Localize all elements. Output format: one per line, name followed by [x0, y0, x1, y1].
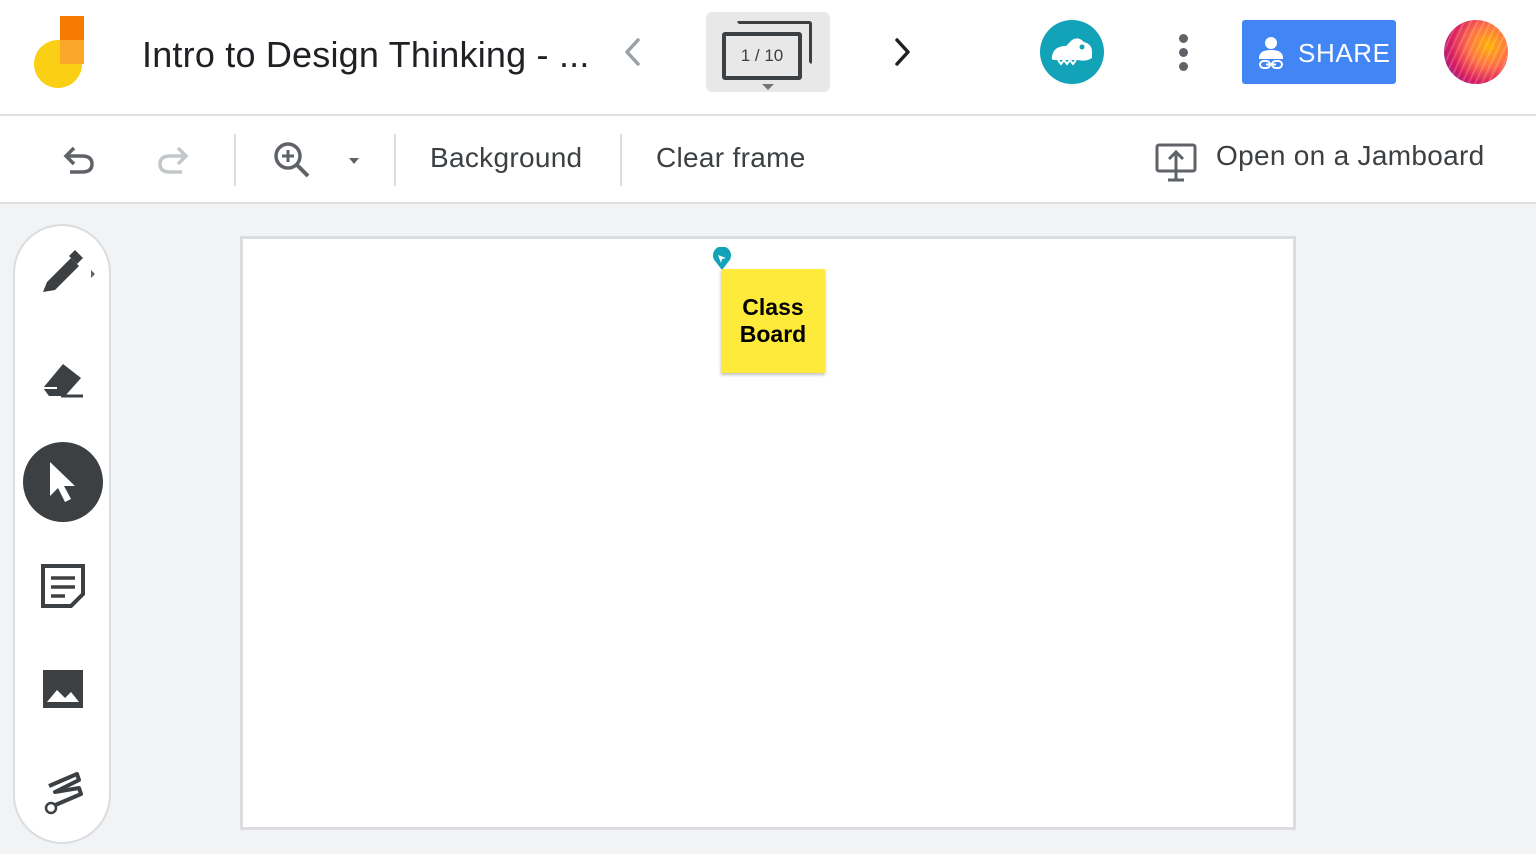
toolbar-divider	[620, 134, 622, 186]
user-avatar[interactable]	[1444, 20, 1508, 84]
share-label: SHARE	[1298, 38, 1391, 68]
app-header: Intro to Design Thinking - ... 1 / 10 SH	[0, 0, 1536, 116]
select-tool[interactable]	[23, 442, 103, 522]
sticky-note[interactable]: Class Board	[721, 269, 825, 373]
jamboard-logo	[34, 16, 84, 88]
next-frame-button[interactable]	[886, 34, 918, 70]
document-title[interactable]: Intro to Design Thinking - ...	[142, 34, 590, 76]
more-options-icon[interactable]	[1168, 30, 1200, 74]
extension-icon[interactable]	[1040, 20, 1104, 84]
eraser-icon	[43, 364, 83, 398]
frame-bar-toggle[interactable]: 1 / 10	[706, 12, 830, 92]
sticky-note-tool[interactable]	[35, 558, 91, 614]
redo-icon[interactable]	[152, 138, 196, 182]
clear-frame-button[interactable]: Clear frame	[656, 142, 806, 174]
open-on-jamboard-button[interactable]: Open on a Jamboard	[1154, 136, 1494, 184]
toolbar-divider	[234, 134, 236, 186]
eraser-tool[interactable]	[35, 350, 91, 406]
toolbar-divider	[394, 134, 396, 186]
frame-counter: 1 / 10	[740, 46, 784, 65]
image-tool[interactable]	[35, 662, 91, 718]
collaborator-pin-icon	[713, 247, 731, 270]
image-icon	[43, 670, 83, 708]
tool-rail	[13, 224, 111, 844]
share-person-icon	[1259, 37, 1283, 69]
background-button[interactable]: Background	[430, 142, 582, 174]
laser-tool[interactable]	[35, 766, 91, 822]
pen-icon	[43, 250, 95, 292]
caret-down-icon	[762, 84, 774, 90]
open-on-jamboard-label: Open on a Jamboard	[1216, 140, 1485, 171]
previous-frame-button[interactable]	[618, 34, 650, 70]
whiteboard-frame[interactable]: Class Board	[240, 236, 1296, 830]
sticky-note-text: Class Board	[739, 294, 807, 347]
share-button[interactable]: SHARE	[1242, 20, 1396, 84]
laser-icon	[44, 772, 83, 815]
undo-icon[interactable]	[56, 138, 100, 182]
cursor-icon	[50, 462, 75, 502]
sticky-note-icon	[41, 564, 85, 608]
zoom-dropdown-icon[interactable]	[346, 156, 362, 166]
zoom-in-icon[interactable]	[270, 138, 314, 182]
toolbar: Background Clear frame Open on a Jamboar…	[0, 116, 1536, 204]
cast-to-jamboard-icon	[1155, 143, 1197, 182]
pen-tool[interactable]	[35, 246, 95, 302]
crocodile-icon	[1051, 38, 1092, 66]
